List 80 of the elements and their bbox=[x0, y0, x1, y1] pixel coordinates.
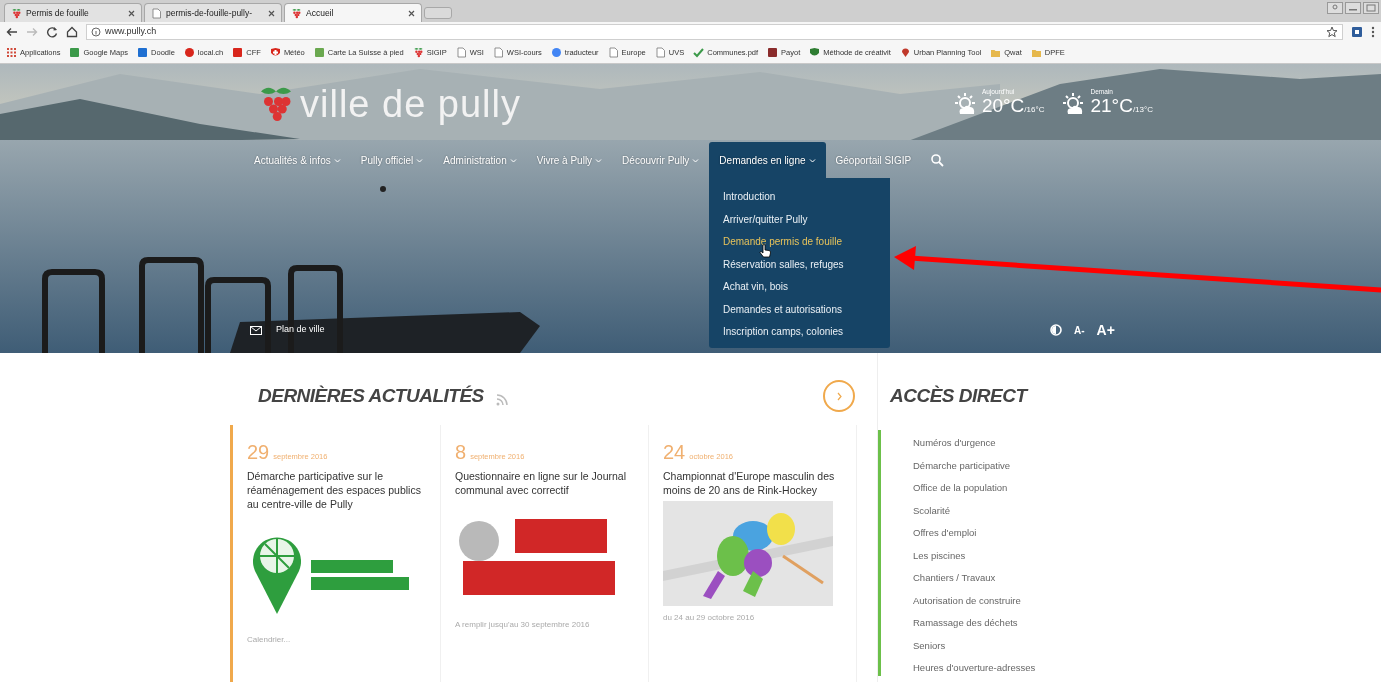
section-title: ACCÈS DIRECT bbox=[890, 383, 1027, 408]
quick-link[interactable]: Heures d'ouverture-adresses bbox=[913, 657, 1381, 680]
date-day: 29 bbox=[247, 441, 270, 463]
news-caption: A remplir jusqu'au 30 septembre 2016 bbox=[455, 619, 591, 632]
quick-link[interactable]: Démarche participative bbox=[913, 454, 1381, 477]
chevron-right-icon bbox=[836, 391, 842, 401]
grid-icon bbox=[6, 47, 17, 58]
pin-icon bbox=[899, 47, 911, 58]
tile-icon bbox=[69, 47, 81, 58]
quick-link[interactable]: Numéros d'urgence bbox=[913, 432, 1381, 455]
nav-item[interactable]: Demandes en ligne bbox=[709, 142, 826, 178]
tile-icon bbox=[767, 47, 779, 58]
quick-link[interactable]: Autorisation de construire bbox=[913, 589, 1381, 612]
quick-link[interactable]: Chantiers / Travaux bbox=[913, 567, 1381, 590]
menu-item[interactable]: Arriver/quitter Pully bbox=[723, 208, 876, 231]
menu-icon[interactable] bbox=[1371, 26, 1375, 38]
tile-icon bbox=[232, 47, 244, 58]
quick-link[interactable]: Seniors bbox=[913, 634, 1381, 657]
map-link[interactable]: Plan de ville bbox=[276, 323, 325, 337]
extension-icon[interactable] bbox=[1351, 26, 1363, 38]
sun-cloud-icon bbox=[953, 92, 978, 116]
check-icon bbox=[693, 47, 705, 58]
browser-tab[interactable]: permis-de-fouille-pully- bbox=[144, 3, 282, 22]
font-smaller-button[interactable]: A- bbox=[1074, 322, 1085, 338]
news-title[interactable]: Championnat d'Europe masculin des moins de 20 ans de Rink-Hockey bbox=[663, 469, 842, 498]
low-temperature: /13°C bbox=[1132, 105, 1153, 115]
page-icon bbox=[492, 47, 504, 58]
shield-icon bbox=[809, 47, 821, 58]
tile-icon bbox=[137, 47, 149, 58]
news-title[interactable]: Questionnaire en ligne sur le Journal communal avec correctif bbox=[455, 469, 634, 498]
info-icon[interactable] bbox=[91, 27, 101, 37]
contrast-icon[interactable] bbox=[1050, 324, 1062, 336]
temperature: 20°C bbox=[981, 95, 1025, 117]
home-icon[interactable] bbox=[66, 26, 78, 38]
menu-item[interactable]: Demandes et autorisations bbox=[723, 298, 876, 321]
font-larger-button[interactable]: A+ bbox=[1096, 319, 1115, 341]
page-icon bbox=[654, 47, 666, 58]
folder-icon bbox=[990, 47, 1002, 58]
close-icon[interactable] bbox=[128, 9, 135, 17]
grape-icon bbox=[412, 47, 424, 58]
back-icon[interactable] bbox=[6, 26, 18, 38]
close-icon[interactable] bbox=[268, 9, 275, 17]
search-icon[interactable] bbox=[931, 153, 945, 167]
grape-icon bbox=[11, 7, 22, 19]
grape-icon bbox=[291, 7, 302, 19]
menu-item[interactable]: Réservation salles, refuges bbox=[723, 253, 876, 276]
quick-link[interactable]: Scolarité bbox=[913, 499, 1381, 522]
folder-icon bbox=[1030, 47, 1042, 58]
menu-item[interactable]: Introduction bbox=[723, 186, 876, 209]
date-day: 8 bbox=[455, 441, 467, 463]
browser-tab[interactable]: Permis de fouille bbox=[4, 3, 142, 22]
shield-icon bbox=[269, 47, 281, 58]
browser-tab[interactable]: Accueil bbox=[284, 3, 422, 22]
menu-item[interactable]: Demande permis de fouille bbox=[723, 231, 876, 254]
quick-link[interactable]: Ramassage des déchets bbox=[913, 612, 1381, 635]
circle-icon bbox=[550, 47, 562, 58]
section-title: DERNIÈRES ACTUALITÉS bbox=[258, 383, 484, 408]
minimize-icon[interactable] bbox=[1345, 2, 1361, 14]
menu-item[interactable]: Achat vin, bois bbox=[723, 276, 876, 299]
reload-icon[interactable] bbox=[46, 26, 58, 38]
quick-link[interactable]: Les piscines bbox=[913, 544, 1381, 567]
address-bar[interactable]: www.pully.ch bbox=[86, 24, 1343, 40]
page-icon bbox=[455, 47, 467, 58]
news-caption: Calendrier... bbox=[247, 633, 292, 646]
hand-cursor-icon bbox=[759, 244, 772, 258]
circle-icon bbox=[183, 47, 195, 58]
low-temperature: /16°C bbox=[1024, 105, 1045, 115]
star-icon[interactable] bbox=[1326, 26, 1338, 38]
tile-icon bbox=[313, 47, 325, 58]
page-icon bbox=[607, 47, 619, 58]
menu-item[interactable]: Inscription camps, colonies bbox=[723, 321, 876, 344]
close-icon[interactable] bbox=[408, 9, 415, 17]
news-caption: du 24 au 29 octobre 2016 bbox=[663, 612, 756, 625]
mail-icon[interactable] bbox=[250, 325, 262, 335]
date-day: 24 bbox=[663, 441, 686, 463]
temperature: 21°C bbox=[1090, 95, 1133, 117]
quick-link[interactable]: Offres d'emploi bbox=[913, 522, 1381, 545]
page-icon bbox=[151, 7, 162, 19]
quick-link[interactable]: Office de la population bbox=[913, 477, 1381, 500]
news-title[interactable]: Démarche participative sur le réaménagement des espaces publics au centre-ville de Pully bbox=[247, 469, 426, 512]
